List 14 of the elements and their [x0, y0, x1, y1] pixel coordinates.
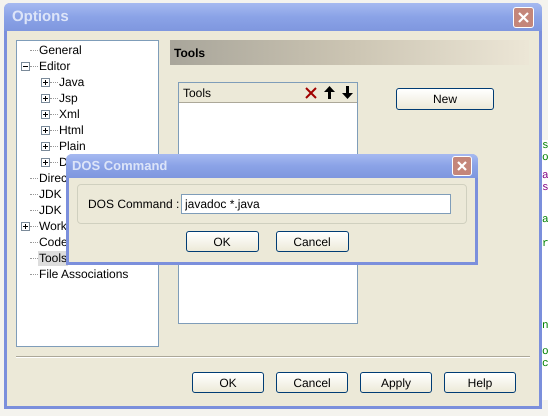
panel-title: Tools	[174, 44, 206, 62]
dialog-title: DOS Command	[72, 157, 168, 176]
code-fragment: c	[542, 358, 548, 370]
code-fragment: s	[542, 140, 548, 152]
code-fragment: o	[542, 346, 548, 358]
column-header: Tools	[183, 84, 212, 102]
field-label: DOS Command :	[88, 196, 180, 213]
window-title: Options	[12, 6, 69, 27]
code-fragment: r	[542, 238, 548, 250]
code-fragment: a	[542, 170, 548, 182]
code-fragment: s	[542, 182, 548, 194]
code-fragment: o	[542, 152, 548, 164]
code-fragment: a	[542, 214, 548, 226]
code-fragment: n	[542, 320, 548, 332]
